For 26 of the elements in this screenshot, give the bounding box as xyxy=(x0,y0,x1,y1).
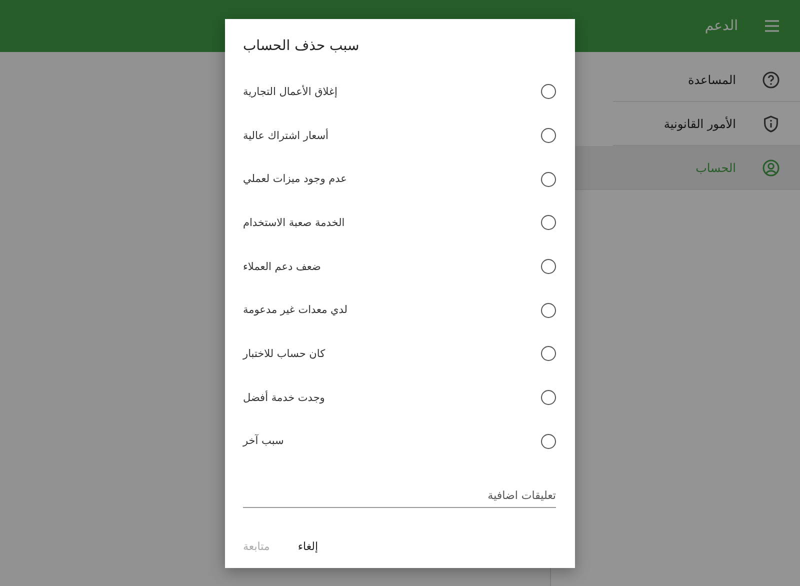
option-label: سبب آخر xyxy=(243,435,284,448)
radio-button[interactable] xyxy=(541,302,556,318)
option-label: الخدمة صعبة الاستخدام xyxy=(243,216,345,229)
option-label: وجدت خدمة أفضل xyxy=(243,392,325,404)
option-label: إغلاق الأعمال التجارية xyxy=(243,86,338,98)
menu-icon[interactable] xyxy=(764,20,780,32)
option-label: عدم وجود ميزات لعملي xyxy=(243,173,347,186)
option-label: كان حساب للاختبار xyxy=(243,348,326,360)
option-label: أسعار اشتراك عالية xyxy=(243,130,328,142)
radio-button[interactable] xyxy=(541,346,556,362)
sidebar-item[interactable]: المساعدة xyxy=(613,58,800,102)
shield-info-icon xyxy=(762,114,780,132)
radio-button[interactable] xyxy=(541,259,556,274)
dialog-title: سبب حذف الحساب xyxy=(243,37,360,56)
help-icon xyxy=(762,70,780,88)
radio-button[interactable] xyxy=(541,434,556,449)
radio-button[interactable] xyxy=(541,128,556,144)
app-title: الدعم xyxy=(704,18,738,34)
radio-button[interactable] xyxy=(541,172,556,187)
option-label: لدي معدات غير مدعومة xyxy=(243,304,348,316)
cancel-button[interactable]: إلغاء xyxy=(298,536,318,558)
radio-button[interactable] xyxy=(541,390,556,406)
radio-button[interactable] xyxy=(541,84,556,100)
account-icon xyxy=(762,158,780,176)
radio-button[interactable] xyxy=(541,215,556,230)
option-label: ضعف دعم العملاء xyxy=(243,260,321,273)
